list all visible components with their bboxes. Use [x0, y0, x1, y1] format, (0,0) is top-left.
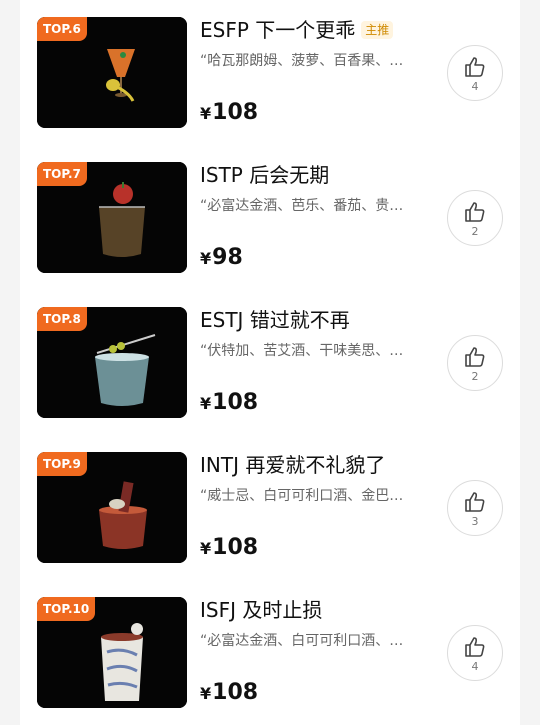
- drink-photo: TOP.8: [37, 307, 187, 418]
- rank-badge: TOP.10: [37, 597, 96, 621]
- like-count: 4: [471, 660, 479, 673]
- drink-photo: TOP.7: [37, 162, 187, 273]
- price-value: 108: [212, 535, 259, 560]
- like-count: 3: [471, 515, 479, 528]
- like-button[interactable]: 4: [447, 625, 503, 681]
- price: ¥108: [200, 100, 258, 125]
- currency-symbol: ¥: [200, 249, 212, 268]
- ingredients-text: “必富达金酒、芭乐、番茄、贵…: [200, 198, 404, 214]
- drink-title: ESTJ 错过就不再: [200, 304, 350, 333]
- thumbs-up-icon: [465, 347, 485, 367]
- currency-symbol: ¥: [200, 684, 212, 703]
- like-button[interactable]: 2: [447, 335, 503, 391]
- drink-title: INTJ 再爱就不礼貌了: [200, 449, 385, 478]
- like-count: 2: [471, 370, 479, 383]
- currency-symbol: ¥: [200, 104, 212, 123]
- like-count: 4: [471, 80, 479, 93]
- rank-badge: TOP.7: [37, 162, 87, 186]
- thumbs-up-icon: [465, 492, 485, 512]
- featured-tag: 主推: [361, 21, 394, 39]
- rank-badge: TOP.8: [37, 307, 87, 331]
- drink-title: ESFP 下一个更乖 主推: [200, 14, 394, 43]
- like-button[interactable]: 2: [447, 190, 503, 246]
- ingredients-text: “威士忌、白可可利口酒、金巴…: [200, 488, 404, 504]
- drink-name: ISFJ 及时止损: [200, 598, 323, 622]
- list-item[interactable]: TOP.7 ISTP 后会无期 “必富达金酒、芭乐、番茄、贵… ¥98 2: [20, 145, 520, 290]
- currency-symbol: ¥: [200, 539, 212, 558]
- rank-badge: TOP.6: [37, 17, 87, 41]
- list-item[interactable]: TOP.9 INTJ 再爱就不礼貌了 “威士忌、白可可利口酒、金巴… ¥108 …: [20, 435, 520, 580]
- ingredients-text: “必富达金酒、白可可利口酒、…: [200, 633, 404, 649]
- price-value: 108: [212, 390, 259, 415]
- price-value: 108: [212, 100, 259, 125]
- list-item[interactable]: TOP.8 ESTJ 错过就不再 “伏特加、苦艾酒、干味美思、… ¥108 2: [20, 290, 520, 435]
- ingredients-text: “哈瓦那朗姆、菠萝、百香果、…: [200, 53, 404, 69]
- list-item[interactable]: TOP.6 ESFP 下一个更乖 主推 “哈瓦那朗姆、菠萝、百香果、… ¥108 …: [20, 0, 520, 145]
- drink-name: ESTJ 错过就不再: [200, 308, 350, 332]
- thumbs-up-icon: [465, 202, 485, 222]
- like-button[interactable]: 4: [447, 45, 503, 101]
- drink-name: INTJ 再爱就不礼貌了: [200, 453, 386, 477]
- thumbs-up-icon: [465, 637, 485, 657]
- price-value: 98: [212, 245, 243, 270]
- price: ¥98: [200, 245, 243, 270]
- drink-photo: TOP.9: [37, 452, 187, 563]
- drink-title: ISFJ 及时止损: [200, 594, 322, 623]
- price-value: 108: [212, 680, 259, 705]
- drink-name: ISTP 后会无期: [200, 163, 330, 187]
- price: ¥108: [200, 680, 258, 705]
- rank-badge: TOP.9: [37, 452, 87, 476]
- ingredients-text: “伏特加、苦艾酒、干味美思、…: [200, 343, 404, 359]
- price: ¥108: [200, 535, 258, 560]
- like-count: 2: [471, 225, 479, 238]
- drink-name: ESFP 下一个更乖: [200, 18, 356, 42]
- price: ¥108: [200, 390, 258, 415]
- drink-photo: TOP.10: [37, 597, 187, 708]
- list-item[interactable]: TOP.10 ISFJ 及时止损 “必富达金酒、白可可利口酒、… ¥108 4: [20, 580, 520, 725]
- drink-title: ISTP 后会无期: [200, 159, 329, 188]
- drink-photo: TOP.6: [37, 17, 187, 128]
- thumbs-up-icon: [465, 57, 485, 77]
- currency-symbol: ¥: [200, 394, 212, 413]
- like-button[interactable]: 3: [447, 480, 503, 536]
